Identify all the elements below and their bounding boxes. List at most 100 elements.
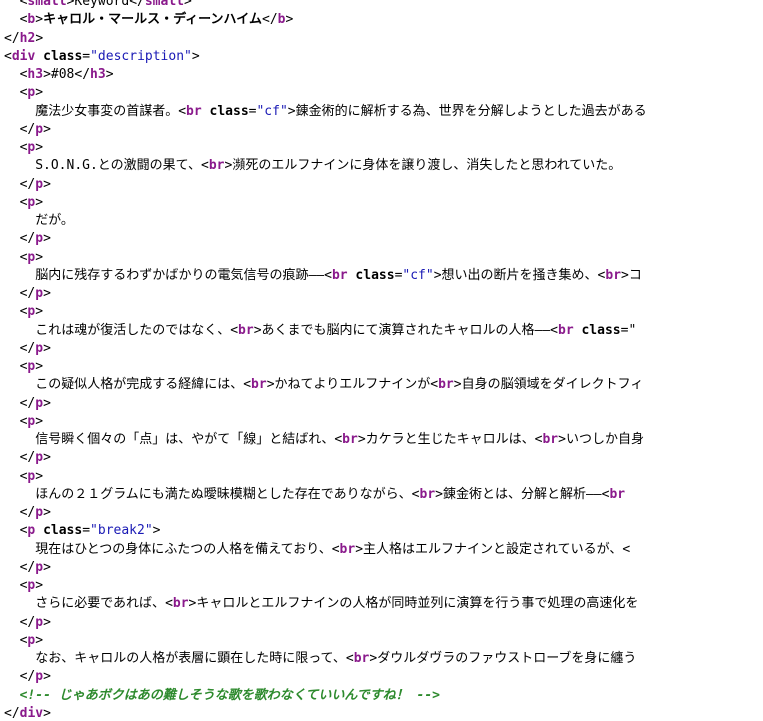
- code-token-txt: なお、キャロルの人格が表層に顕在した時に限って、: [35, 651, 346, 666]
- code-token-tag: br: [251, 377, 267, 393]
- code-token-punct: >: [558, 432, 566, 447]
- code-token-tag: p: [35, 121, 44, 137]
- code-token-punct: >: [43, 559, 51, 575]
- code-token-punct: >: [43, 231, 51, 247]
- code-line: この疑似人格が完成する経緯には、<br>かねてよりエルフナインが<br>自身の脳…: [35, 376, 643, 394]
- code-token-punct: <: [550, 322, 558, 338]
- code-token-txt: かねてよりエルフナインが: [274, 377, 431, 393]
- code-token-punct: </: [19, 505, 36, 520]
- code-token-punct: >: [433, 267, 442, 283]
- code-token-punct: >: [35, 194, 44, 210]
- code-token-tag: p: [35, 450, 44, 466]
- code-token-comment: <!-- じゃあボクはあの難しそうな歌を歌わなくていいんですね！ -->: [19, 687, 440, 703]
- code-token-txt: ダウルダヴラのファウストローブを身に纏う: [377, 651, 637, 666]
- code-token-str: "cf": [402, 267, 434, 283]
- code-token-txt: Keyword: [74, 0, 130, 9]
- code-token-punct: </: [262, 12, 278, 28]
- code-line: </p>: [20, 230, 51, 248]
- code-line: </p>: [20, 559, 51, 577]
- code-token-tag: small: [144, 0, 184, 9]
- code-line: <p>: [20, 84, 43, 102]
- code-token-tag: p: [35, 176, 44, 192]
- code-token-punct: >: [35, 578, 44, 593]
- code-token-punct: [35, 49, 43, 64]
- code-token-txt: コ: [628, 267, 642, 283]
- code-line: <p>: [20, 577, 43, 595]
- code-token-txt: カケラと生じたキャロルは、: [365, 432, 535, 447]
- code-token-tag: p: [35, 614, 44, 630]
- code-token-txt: これは魂が復活したのではなく、: [35, 322, 231, 338]
- code-token-str: "description": [90, 48, 192, 64]
- code-line: </p>: [20, 449, 51, 467]
- code-token-punct: >: [191, 48, 200, 64]
- code-line: これは魂が復活したのではなく、<br>あくまでも脳内にて演算されたキャロルの人格…: [35, 322, 636, 340]
- code-token-tag: br: [339, 541, 356, 557]
- code-token-punct: >: [35, 140, 44, 155]
- code-line: </p>: [20, 668, 51, 686]
- code-token-tag: p: [35, 395, 44, 411]
- code-token-punct: </: [19, 559, 36, 575]
- code-token-tag: br: [605, 267, 622, 283]
- code-token-txt: だが。: [35, 213, 74, 228]
- code-token-tag: p: [35, 669, 44, 685]
- code-token-punct: >: [183, 0, 192, 9]
- code-token-punct: <: [411, 486, 420, 502]
- code-line: <p>: [20, 303, 43, 321]
- code-token-txt: 現在はひとつの身体にふたつの人格を備えており、: [35, 541, 332, 557]
- code-token-tag: br: [438, 377, 454, 393]
- code-token-punct: <: [4, 48, 12, 64]
- code-token-punct: >: [35, 249, 44, 265]
- code-line: </p>: [20, 614, 51, 632]
- code-line: <b>キャロル・マールス・ディーンハイム</b>: [20, 11, 294, 29]
- code-token-txt: いつしか自身: [565, 432, 644, 447]
- code-token-tag: p: [35, 340, 44, 356]
- code-token-txt: キャロルとエルフナインの人格が同時並列に演算を行う事で処理の高速化を: [196, 596, 639, 612]
- code-token-attr: class: [43, 48, 83, 64]
- code-token-txt: 想い出の断片を掻き集め、: [441, 267, 598, 283]
- code-line: </p>: [20, 340, 51, 358]
- code-line: <p>: [20, 139, 43, 157]
- code-token-txt: #08: [50, 67, 75, 82]
- code-token-txt: あくまでも脳内にて演算されたキャロルの人格――: [261, 322, 551, 338]
- code-token-punct: <: [334, 432, 343, 447]
- code-line: 信号瞬く個々の「点」は、やがて「線」と結ばれ、<br > カケラと生じたキャロルは、…: [35, 431, 644, 449]
- code-token-tag: br: [342, 432, 358, 447]
- code-line: <p>: [20, 249, 43, 267]
- code-token-tag: h3: [90, 67, 106, 82]
- code-token-tag: br: [208, 158, 225, 174]
- code-token-punct: >: [266, 377, 275, 393]
- code-token-tag: div: [11, 48, 36, 64]
- code-token-tag: br: [609, 486, 626, 502]
- code-token-punct: </: [74, 67, 91, 82]
- code-token-punct: >: [35, 12, 44, 28]
- code-token-attr: class: [209, 103, 249, 119]
- code-token-punct: >: [435, 486, 443, 502]
- code-token-txt: 錬金術とは、分解と解析――: [442, 486, 602, 502]
- code-token-punct: >: [43, 286, 51, 301]
- code-line: だが。: [35, 212, 74, 230]
- code-token-punct: >: [35, 304, 44, 320]
- code-token-punct: [202, 104, 210, 119]
- code-token-punct: >: [43, 450, 51, 466]
- code-token-txt: 瀕死のエルフナインに身体を譲り渡し、消失したと思われていた。: [232, 158, 622, 174]
- code-token-punct: <: [622, 541, 631, 557]
- code-line: <!-- じゃあボクはあの難しそうな歌を歌わなくていいんですね！ -->: [20, 687, 440, 705]
- code-token-punct: =: [82, 48, 91, 64]
- code-token-punct: >: [35, 413, 44, 429]
- code-line: <p>: [20, 358, 43, 376]
- code-token-txt: ほんの２１グラムにも満たぬ曖昧模糊とした存在でありながら、: [35, 486, 412, 502]
- code-token-punct: </: [19, 340, 36, 356]
- code-token-punct: >: [43, 395, 51, 411]
- source-code-view: <small>Keyword</small> <b>キャロル・マールス・ディーンハ…: [0, 0, 763, 721]
- code-token-punct: >: [287, 103, 296, 119]
- code-token-punct: >: [355, 541, 364, 557]
- code-line: </p>: [20, 285, 51, 303]
- code-token-punct: </: [19, 176, 36, 192]
- code-line: <p>: [20, 194, 43, 212]
- code-token-punct: </: [19, 614, 36, 630]
- code-token-punct: </: [19, 669, 36, 685]
- code-token-txt: 信号瞬く個々の「点」は、やがて「線」と結ばれ、: [35, 432, 335, 447]
- code-token-punct: >: [253, 322, 262, 338]
- code-line: <small>Keyword</small>: [20, 0, 192, 11]
- code-token-punct: <: [165, 596, 173, 612]
